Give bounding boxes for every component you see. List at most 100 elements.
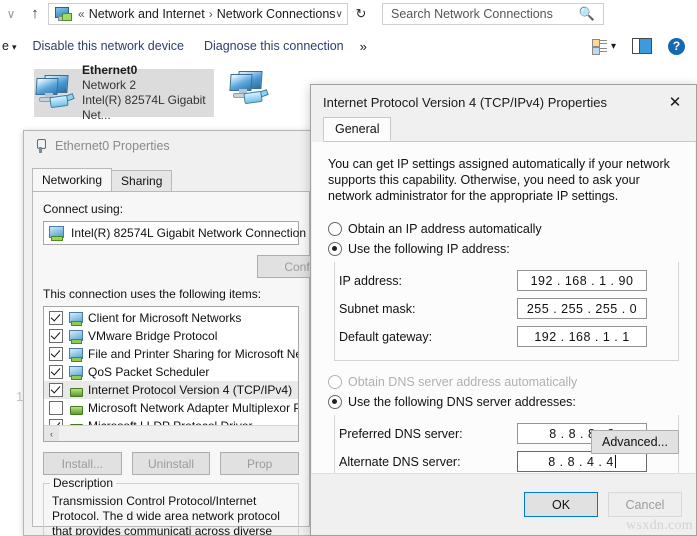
install-button[interactable]: Install... — [43, 452, 122, 475]
ok-button[interactable]: OK — [524, 492, 598, 517]
up-arrow-icon[interactable]: ↑ — [22, 0, 48, 28]
radio-label: Obtain an IP address automatically — [348, 222, 542, 236]
network-adapter-icon-secondary[interactable] — [228, 70, 269, 108]
network-icon — [54, 6, 72, 22]
list-item[interactable]: Microsoft Network Adapter Multiplexor Pr… — [44, 399, 298, 417]
list-item-label: Microsoft Network Adapter Multiplexor Pr… — [88, 401, 298, 415]
checkbox[interactable] — [49, 329, 63, 343]
uninstall-button[interactable]: Uninstall — [131, 452, 211, 475]
screen-icon — [68, 329, 83, 344]
breadcrumb-item-network-connections[interactable]: Network Connections — [217, 7, 336, 21]
ethernet-dialog-title: Ethernet0 Properties — [55, 139, 170, 153]
tile-network-name: Network 2 — [82, 78, 137, 92]
help-icon[interactable]: ? — [668, 37, 685, 55]
ethernet-dialog-titlebar: Ethernet0 Properties — [24, 131, 316, 161]
organize-button[interactable]: e ▾ — [0, 39, 22, 53]
ethernet-properties-dialog: Ethernet0 Properties Networking Sharing … — [23, 130, 317, 536]
view-layout-icon[interactable] — [591, 38, 608, 55]
checkbox[interactable] — [49, 365, 63, 379]
field-row-subnet-mask: Subnet mask: 255 . 255 . 255 . 0 — [335, 298, 678, 319]
alternate-dns-input[interactable]: 8 . 8 . 4 . 4 — [517, 451, 647, 472]
radio-label: Use the following DNS server addresses: — [348, 395, 576, 409]
scroll-left-icon[interactable]: ‹ — [44, 426, 59, 441]
network-adapter-icon — [34, 74, 75, 112]
breadcrumb-item-network-and-internet[interactable]: Network and Internet — [89, 7, 205, 21]
list-item-label: Internet Protocol Version 4 (TCP/IPv4) — [88, 383, 293, 397]
list-item[interactable]: QoS Packet Scheduler — [44, 363, 298, 381]
network-items-list[interactable]: Client for Microsoft Networks VMware Bri… — [43, 306, 299, 442]
radio-obtain-dns-automatically[interactable]: Obtain DNS server address automatically — [328, 375, 679, 389]
radio-use-following-ip[interactable]: Use the following IP address: — [328, 242, 679, 256]
radio-button[interactable] — [328, 222, 342, 236]
radio-obtain-ip-automatically[interactable]: Obtain an IP address automatically — [328, 222, 679, 236]
cancel-button[interactable]: Cancel — [608, 492, 682, 517]
checkbox[interactable] — [49, 347, 63, 361]
ethernet-dialog-tabs: Networking Sharing — [32, 168, 316, 191]
list-item[interactable]: Client for Microsoft Networks — [44, 309, 298, 327]
default-gateway-input[interactable]: 192 . 168 . 1 . 1 — [517, 326, 647, 347]
nic-icon — [49, 226, 65, 241]
tile-adapter-name: Intel(R) 82574L Gigabit Net... — [82, 93, 206, 122]
description-text: Transmission Control Protocol/Internet P… — [52, 494, 280, 536]
breadcrumb-separator: › — [208, 7, 213, 21]
list-item[interactable]: VMware Bridge Protocol — [44, 327, 298, 345]
toolbar-overflow-button[interactable]: » — [354, 39, 373, 54]
field-row-default-gateway: Default gateway: 192 . 168 . 1 . 1 — [335, 326, 678, 347]
radio-label: Use the following IP address: — [348, 242, 510, 256]
search-icon[interactable]: 🔍 — [579, 6, 603, 22]
chevron-down-icon: ▾ — [11, 42, 17, 52]
subnet-mask-input[interactable]: 255 . 255 . 255 . 0 — [517, 298, 647, 319]
ip-address-input[interactable]: 192 . 168 . 1 . 90 — [517, 270, 647, 291]
description-legend: Description — [50, 476, 117, 491]
radio-label: Obtain DNS server address automatically — [348, 375, 578, 389]
configure-button[interactable]: Conf — [257, 255, 316, 278]
network-connection-tile-ethernet0[interactable]: Ethernet0 Network 2 Intel(R) 82574L Giga… — [34, 63, 214, 122]
explorer-toolbar: e ▾ Disable this network device Diagnose … — [0, 28, 697, 65]
breadcrumb-dropdown-icon[interactable]: ∨ — [336, 9, 349, 20]
disable-device-button[interactable]: Disable this network device — [22, 39, 193, 53]
configure-row: Conf — [43, 255, 316, 278]
list-item-label: File and Printer Sharing for Microsoft N… — [88, 347, 298, 361]
radio-button[interactable] — [328, 242, 342, 256]
ip-fields-group: IP address: 192 . 168 . 1 . 90 Subnet ma… — [334, 262, 679, 361]
toolbar-right-group: ▾ ? — [591, 37, 697, 55]
tab-general[interactable]: General — [323, 117, 392, 141]
subnet-mask-label: Subnet mask: — [339, 301, 416, 316]
plug-icon — [68, 402, 83, 415]
back-dropdown-icon[interactable]: ∨ — [0, 0, 22, 28]
checkbox[interactable] — [49, 383, 63, 397]
connect-using-label: Connect using: — [43, 202, 124, 216]
advanced-button[interactable]: Advanced... — [591, 430, 679, 454]
radio-button[interactable] — [328, 375, 342, 389]
tcpip-dialog-pane: You can get IP settings assigned automat… — [312, 142, 695, 515]
checkbox[interactable] — [49, 311, 63, 325]
view-dropdown-icon[interactable]: ▾ — [611, 41, 616, 52]
close-icon[interactable]: ✕ — [654, 85, 696, 119]
search-input[interactable]: Search Network Connections 🔍 — [382, 3, 604, 25]
properties-button[interactable]: Prop — [220, 452, 300, 475]
tcpip-dialog-title: Internet Protocol Version 4 (TCP/IPv4) P… — [323, 94, 607, 110]
list-item-label: QoS Packet Scheduler — [88, 365, 210, 379]
breadcrumb[interactable]: « Network and Internet › Network Connect… — [48, 3, 348, 25]
preview-pane-icon[interactable] — [632, 38, 652, 54]
tab-networking[interactable]: Networking — [32, 168, 113, 191]
checkbox[interactable] — [49, 401, 63, 415]
list-item-label: VMware Bridge Protocol — [88, 329, 218, 343]
default-gateway-label: Default gateway: — [339, 329, 433, 344]
diagnose-connection-button[interactable]: Diagnose this connection — [194, 39, 354, 53]
breadcrumb-prefix: « — [78, 7, 85, 21]
tcpip-intro-text: You can get IP settings assigned automat… — [328, 157, 670, 203]
plug-icon — [68, 384, 83, 397]
tcpip-properties-dialog: Internet Protocol Version 4 (TCP/IPv4) P… — [310, 84, 697, 536]
items-label: This connection uses the following items… — [43, 287, 262, 301]
radio-use-following-dns[interactable]: Use the following DNS server addresses: — [328, 395, 679, 409]
radio-button[interactable] — [328, 395, 342, 409]
list-item[interactable]: File and Printer Sharing for Microsoft N… — [44, 345, 298, 363]
tab-sharing[interactable]: Sharing — [111, 170, 173, 191]
alternate-dns-value: 8 . 8 . 4 . 4 — [548, 454, 614, 469]
refresh-icon[interactable]: ↻ — [348, 6, 374, 22]
organize-label: e — [2, 39, 9, 53]
horizontal-scrollbar[interactable]: ‹ — [44, 425, 298, 441]
list-item-selected[interactable]: Internet Protocol Version 4 (TCP/IPv4) — [44, 381, 298, 399]
field-row-alternate-dns: Alternate DNS server: 8 . 8 . 4 . 4 — [335, 451, 678, 472]
